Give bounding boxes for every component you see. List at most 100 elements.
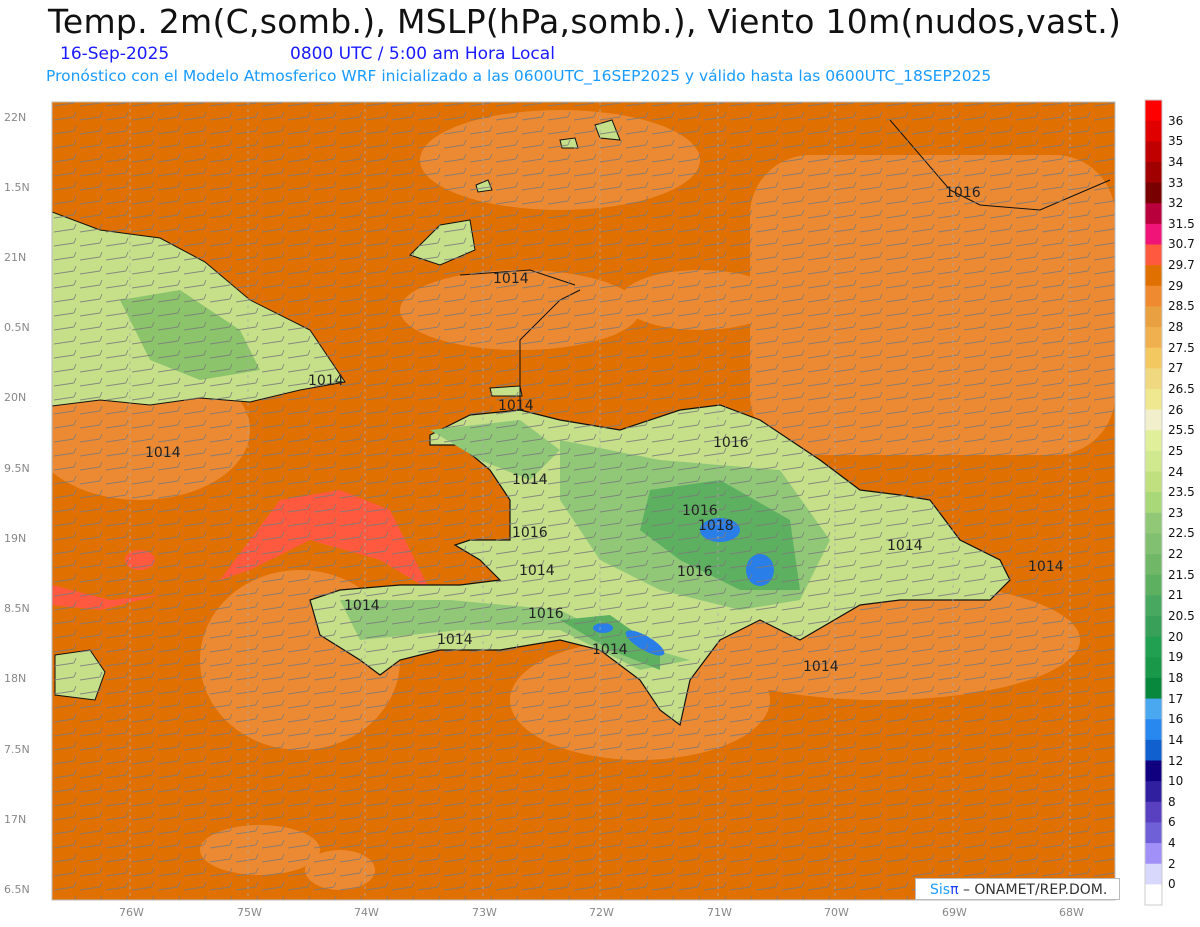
colorbar-swatch <box>1145 719 1162 741</box>
colorbar-label: 27 <box>1168 361 1184 376</box>
colorbar-label: 34 <box>1168 154 1184 169</box>
isobar-label: 1014 <box>437 632 473 648</box>
lat-axis: 22N 1.5N 21N 0.5N 20N 9.5N 19N 8.5N 18N … <box>4 111 30 896</box>
colorbar-swatch <box>1145 100 1162 122</box>
colorbar-label: 21 <box>1168 588 1184 603</box>
colorbar-swatch <box>1145 863 1162 885</box>
colorbar-swatch <box>1145 368 1162 390</box>
colorbar-label: 36 <box>1168 113 1184 128</box>
lon-label: 72W <box>589 906 614 919</box>
credit-pi: π <box>950 882 959 898</box>
colorbar-label: 2 <box>1168 856 1176 871</box>
lat-label: 8.5N <box>4 602 30 615</box>
lat-label: 17N <box>4 813 26 826</box>
lat-label: 1.5N <box>4 181 30 194</box>
isobar-label: 1016 <box>945 185 981 201</box>
colorbar-swatch <box>1145 265 1162 287</box>
colorbar-label: 17 <box>1168 691 1184 706</box>
colorbar-label: 29 <box>1168 278 1184 293</box>
colorbar-swatch <box>1145 554 1162 576</box>
colorbar-swatch <box>1145 244 1162 266</box>
lat-label: 20N <box>4 391 26 404</box>
colorbar-swatch <box>1145 141 1162 163</box>
credit-text: – ONAMET/REP.DOM. <box>958 882 1108 898</box>
colorbar-label: 20.5 <box>1168 609 1195 624</box>
colorbar-label: 35 <box>1168 134 1184 149</box>
isobar-label: 1014 <box>493 271 529 287</box>
colorbar-swatch <box>1145 636 1162 658</box>
colorbar-label: 26.5 <box>1168 381 1195 396</box>
credit-box: Sisπ – ONAMET/REP.DOM. <box>915 878 1120 900</box>
lat-label: 0.5N <box>4 321 30 334</box>
colorbar-swatch <box>1145 595 1162 617</box>
isobar-label: 1014 <box>803 659 839 675</box>
lon-label: 76W <box>119 906 144 919</box>
colorbar-label: 22.5 <box>1168 526 1195 541</box>
isobar-label: 1014 <box>887 538 923 554</box>
weather-map: 1016 1014 1014 1014 1014 1014 1016 1016 … <box>4 99 1163 919</box>
colorbar-label: 31.5 <box>1168 216 1195 231</box>
colorbar-swatch <box>1145 677 1162 700</box>
colorbar-label: 24 <box>1168 464 1184 479</box>
colorbar-swatch <box>1145 801 1162 823</box>
lon-axis: 76W 75W 74W 73W 72W 71W 70W 69W 68W <box>119 906 1084 919</box>
colorbar-label: 10 <box>1168 774 1184 789</box>
colorbar-swatch <box>1145 739 1162 762</box>
credit-sis: Sis <box>930 882 951 898</box>
isobar-label: 1014 <box>344 598 380 614</box>
colorbar-label: 22 <box>1168 547 1184 562</box>
colorbar-swatch <box>1145 512 1162 534</box>
colorbar-label: 25.5 <box>1168 423 1195 438</box>
colorbar-label: 16 <box>1168 712 1184 727</box>
colorbar-label: 12 <box>1168 753 1184 768</box>
colorbar-swatch <box>1145 450 1162 473</box>
colorbar-swatch <box>1145 430 1162 452</box>
colorbar-swatch <box>1145 492 1162 514</box>
colorbar-swatch <box>1145 471 1162 493</box>
isobar-label: 1014 <box>592 642 628 658</box>
lat-label: 21N <box>4 251 26 264</box>
colorbar-label: 30.7 <box>1168 237 1195 252</box>
colorbar-label: 0 <box>1168 877 1176 892</box>
colorbar-label: 29.7 <box>1168 258 1195 273</box>
lon-label: 74W <box>354 906 379 919</box>
colorbar-label: 23 <box>1168 505 1184 520</box>
lat-label: 22N <box>4 111 26 124</box>
isobar-label: 1016 <box>512 525 548 541</box>
colorbar-label: 26 <box>1168 402 1184 417</box>
colorbar-swatch <box>1145 223 1162 245</box>
colorbar-label: 18 <box>1168 670 1184 685</box>
colorbar-label: 25 <box>1168 443 1184 458</box>
lat-label: 6.5N <box>4 883 30 896</box>
isobar-label: 1014 <box>1028 559 1064 575</box>
isobar-label: 1014 <box>519 563 555 579</box>
colorbar-label: 19 <box>1168 650 1184 665</box>
isobar-label: 1016 <box>677 564 713 580</box>
colorbar-label: 27.5 <box>1168 340 1195 355</box>
colorbar-swatch <box>1145 409 1162 431</box>
isobar-label: 1014 <box>145 445 181 461</box>
lon-label: 70W <box>824 906 849 919</box>
isobar-label: 1016 <box>713 435 749 451</box>
lat-label: 18N <box>4 672 26 685</box>
lat-label: 19N <box>4 532 26 545</box>
colorbar-swatch <box>1145 327 1162 349</box>
colorbar-swatch <box>1145 616 1162 638</box>
colorbar-swatch <box>1145 161 1162 184</box>
colorbar-swatch <box>1145 306 1162 328</box>
colorbar-label: 28.5 <box>1168 299 1195 314</box>
colorbar-label: 6 <box>1168 815 1176 830</box>
colorbar-swatch <box>1145 657 1162 679</box>
colorbar-swatch <box>1145 822 1162 844</box>
isobar-label: 1016 <box>682 503 718 519</box>
colorbar-label: 28 <box>1168 320 1184 335</box>
colorbar-label: 32 <box>1168 196 1184 211</box>
isobar-label: 1014 <box>512 472 548 488</box>
isobar-label: 1014 <box>308 373 344 389</box>
colorbar-swatch <box>1145 533 1162 555</box>
colorbar-swatch <box>1145 760 1162 782</box>
colorbar-swatch <box>1145 347 1162 369</box>
colorbar-label: 33 <box>1168 175 1184 190</box>
colorbar-swatch <box>1145 285 1162 307</box>
isobar-label: 1014 <box>498 398 534 414</box>
